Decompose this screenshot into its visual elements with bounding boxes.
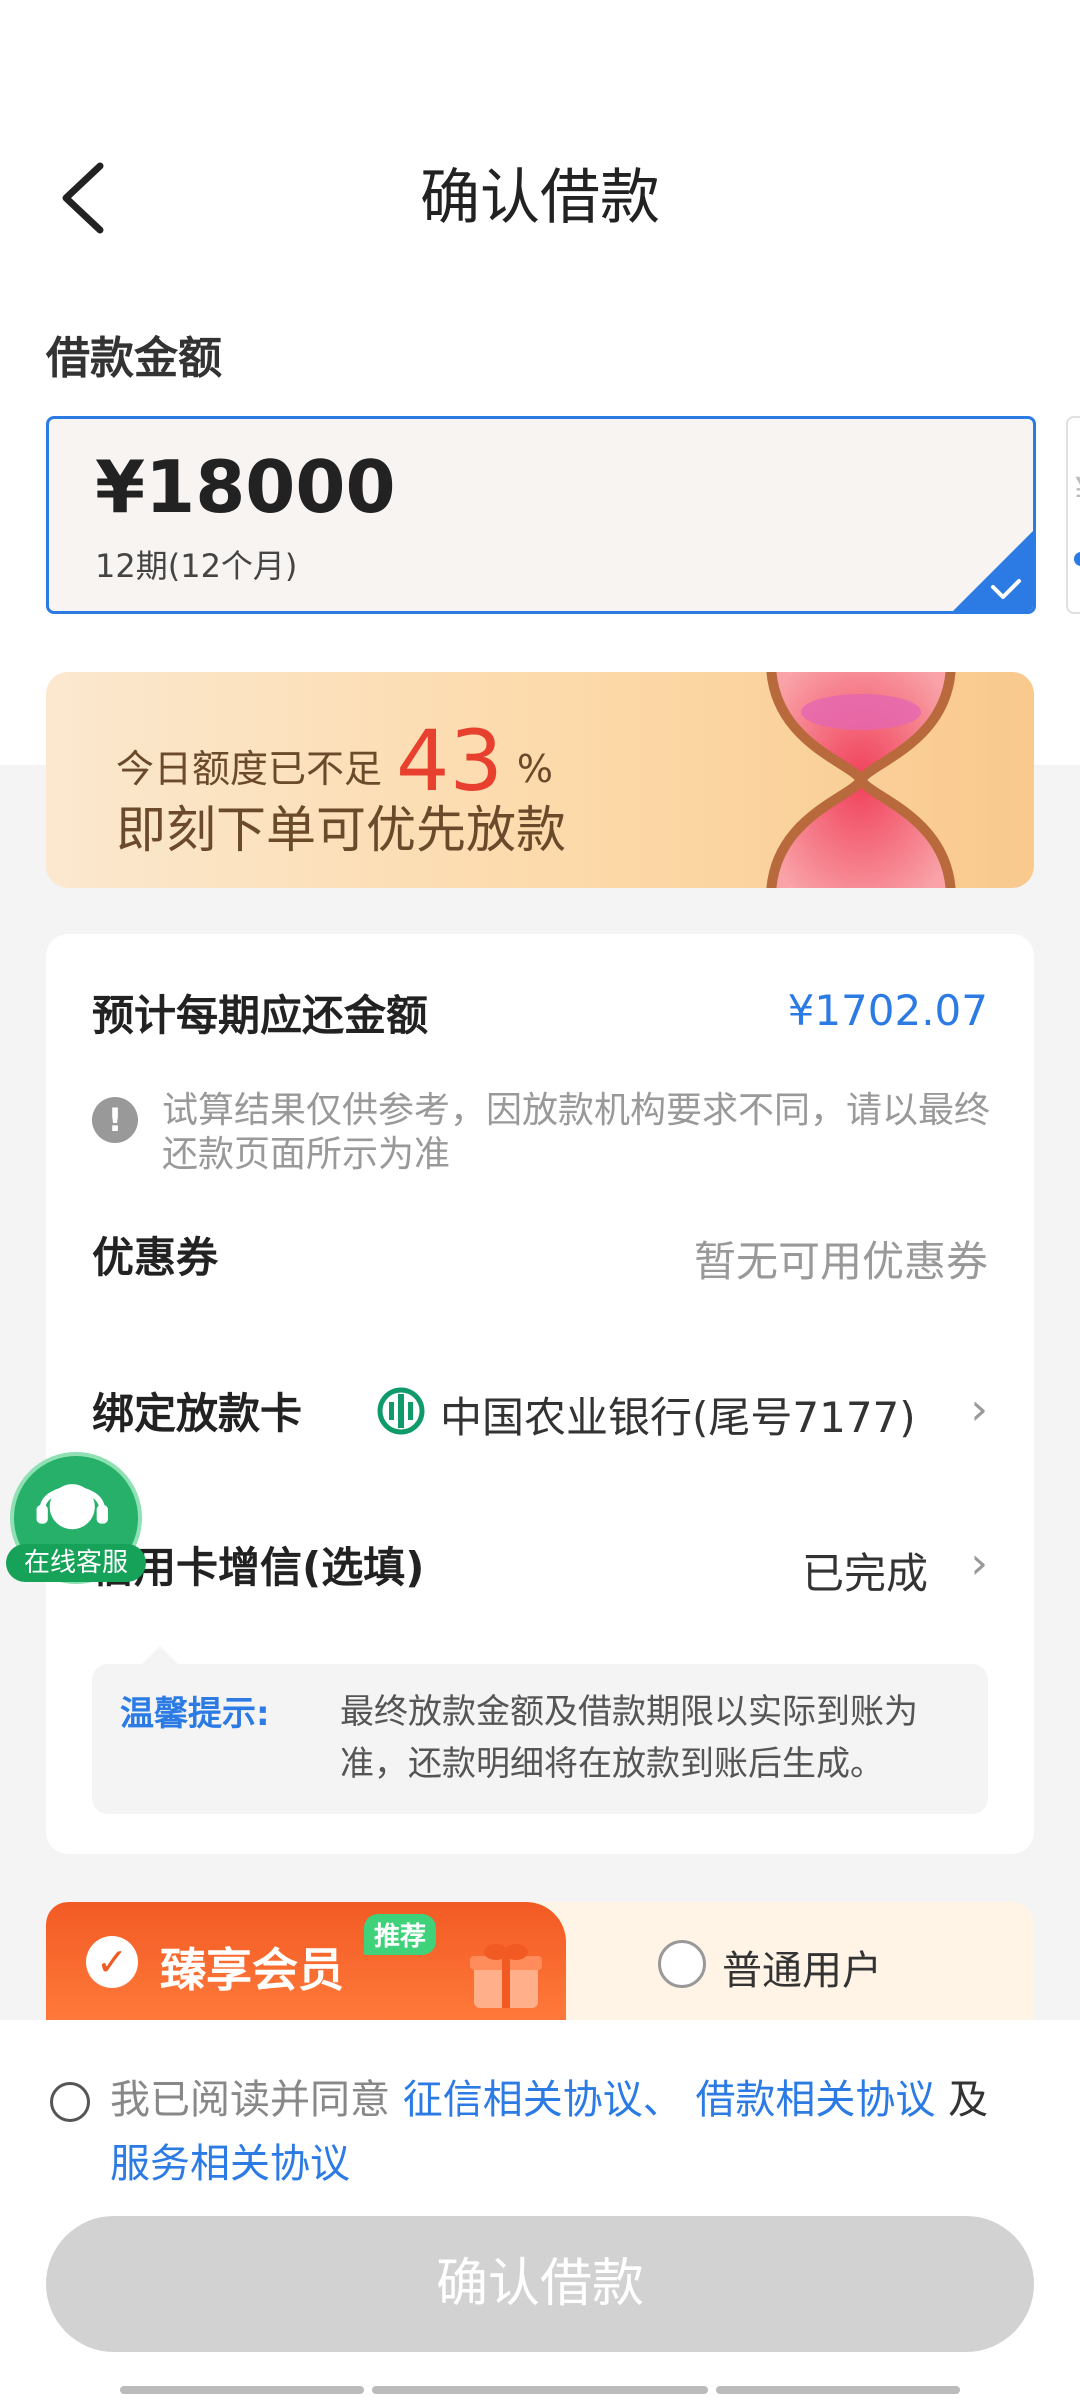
loan-option-card-selected[interactable]: ¥18000 12期(12个月) [46, 416, 1036, 614]
calc-note-text: 试算结果仅供参考，因放款机构要求不同，请以最终还款页面所示为准 [162, 1090, 991, 1175]
membership-selector: ✓ 臻享会员 推荐 普通用户 [46, 1902, 1034, 2022]
credit-agreement-link[interactable]: 征信相关协议、 [403, 2077, 683, 2123]
peek-currency: ¥ [1074, 470, 1080, 516]
online-service-button[interactable]: 在线客服 [6, 1452, 146, 1592]
quota-banner[interactable]: 今日额度已不足 43% 即刻下单可优先放款 [46, 672, 1034, 888]
vip-name: 臻享会员 [160, 1943, 344, 1997]
tip-box: 温馨提示: 最终放款金额及借款期限以实际到账为准，还款明细将在放款到账后生成。 [92, 1646, 988, 1814]
banner-line2: 即刻下单可优先放款 [116, 801, 566, 859]
loan-term: 12期(12个月) [95, 547, 298, 585]
bank-card-label: 绑定放款卡 [92, 1389, 303, 1438]
abc-bank-logo-icon [377, 1387, 425, 1435]
loan-option-card-next[interactable]: ¥ [1066, 416, 1080, 614]
chevron-right-icon[interactable]: › [970, 1384, 988, 1435]
page-title: 确认借款 [420, 163, 660, 233]
service-agreement-link[interactable]: 服务相关协议 [110, 2141, 350, 2187]
peek-dot [1074, 552, 1080, 566]
selected-check-icon [953, 531, 1033, 611]
normal-user-radio[interactable] [658, 1940, 706, 1988]
vip-option[interactable]: ✓ 臻享会员 推荐 [46, 1902, 566, 2022]
bottom-bar: 我已阅读并同意 征信相关协议、 借款相关协议 及 服务相关协议 确认借款 [0, 2020, 1080, 2400]
top-section: 确认借款 借款金额 ¥18000 12期(12个月) ¥ [0, 0, 1080, 765]
loan-agreement-link[interactable]: 借款相关协议 [695, 2077, 935, 2123]
bank-card-value[interactable]: 中国农业银行(尾号7177) [440, 1384, 916, 1445]
hourglass-icon [766, 672, 956, 888]
tip-text: 最终放款金额及借款期限以实际到账为准，还款明细将在放款到账后生成。 [340, 1692, 918, 1784]
normal-user-label[interactable]: 普通用户 [722, 1938, 882, 1996]
loan-amount-value: ¥18000 [95, 445, 396, 529]
banner-prefix: 今日额度已不足 [116, 747, 383, 791]
chevron-right-icon[interactable]: › [970, 1538, 988, 1589]
nav-indicator [372, 2386, 708, 2394]
agreement-prefix: 我已阅读并同意 [110, 2077, 390, 2123]
coupon-value[interactable]: 暂无可用优惠券 [694, 1228, 988, 1289]
gift-icon [470, 1944, 542, 2008]
banner-percent-sign: % [516, 747, 554, 791]
repay-label: 预计每期应还金额 [92, 991, 429, 1040]
loan-amount-label: 借款金额 [46, 333, 222, 384]
check-icon: ✓ [86, 1936, 138, 1988]
credit-card-value[interactable]: 已完成 [802, 1540, 928, 1601]
repay-value: ¥1702.07 [787, 986, 988, 1035]
confirm-loan-button[interactable]: 确认借款 [46, 2216, 1034, 2352]
nav-indicator [120, 2386, 364, 2394]
agreement-text: 我已阅读并同意 征信相关协议、 借款相关协议 及 服务相关协议 [110, 2068, 1010, 2196]
tip-label: 温馨提示: [120, 1694, 270, 1734]
agreement-checkbox[interactable] [50, 2082, 90, 2122]
recommend-badge: 推荐 [364, 1914, 437, 1955]
agreement-conj: 及 [948, 2077, 989, 2123]
loan-detail-card: 预计每期应还金额 ¥1702.07 ! 试算结果仅供参考，因放款机构要求不同，请… [46, 934, 1034, 1854]
exclamation-icon: ! [92, 1097, 138, 1143]
online-service-label: 在线客服 [6, 1544, 146, 1582]
coupon-label: 优惠券 [92, 1233, 219, 1282]
nav-indicator [716, 2386, 960, 2394]
